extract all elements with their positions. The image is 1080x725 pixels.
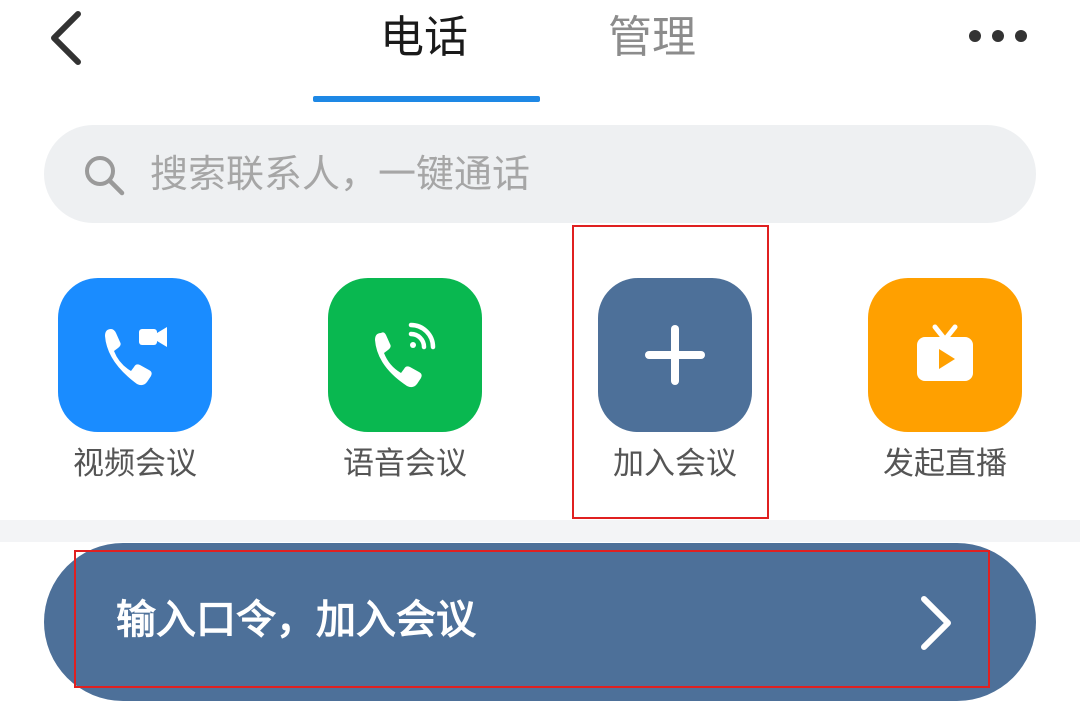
join-meeting-label: 加入会议: [613, 446, 737, 482]
join-meeting-tile: [598, 278, 752, 432]
plus-icon: [645, 325, 705, 385]
active-tab-indicator: [313, 96, 540, 102]
tab-manage[interactable]: 管理: [608, 6, 696, 70]
video-call-icon: [105, 327, 167, 386]
tab-phone[interactable]: 电话: [380, 6, 468, 70]
start-live-tile: [868, 278, 1022, 432]
search-input[interactable]: 搜索联系人，一键通话: [44, 125, 1036, 223]
voice-meeting-button[interactable]: 语音会议: [328, 278, 498, 498]
voice-meeting-tile: [328, 278, 482, 432]
join-meeting-button[interactable]: 加入会议: [598, 278, 768, 498]
chevron-right-icon: [921, 596, 951, 650]
enter-passcode-label: 输入口令，加入会议: [116, 597, 476, 643]
chevron-left-icon: [51, 11, 81, 65]
video-meeting-label: 视频会议: [73, 446, 197, 482]
live-tv-icon: [917, 324, 973, 381]
voice-meeting-label: 语音会议: [343, 446, 467, 482]
search-icon: [85, 156, 125, 196]
section-divider: [0, 520, 1080, 542]
back-button[interactable]: [38, 8, 98, 68]
start-live-label: 发起直播: [883, 446, 1007, 482]
voice-call-icon: [375, 322, 436, 388]
video-meeting-button[interactable]: 视频会议: [58, 278, 228, 498]
more-dots-icon: [969, 30, 1027, 42]
more-button[interactable]: [962, 16, 1034, 56]
video-meeting-tile: [58, 278, 212, 432]
search-placeholder: 搜索联系人，一键通话: [150, 152, 531, 196]
start-live-button[interactable]: 发起直播: [868, 278, 1038, 498]
enter-passcode-join-button[interactable]: 输入口令，加入会议: [44, 543, 1036, 701]
